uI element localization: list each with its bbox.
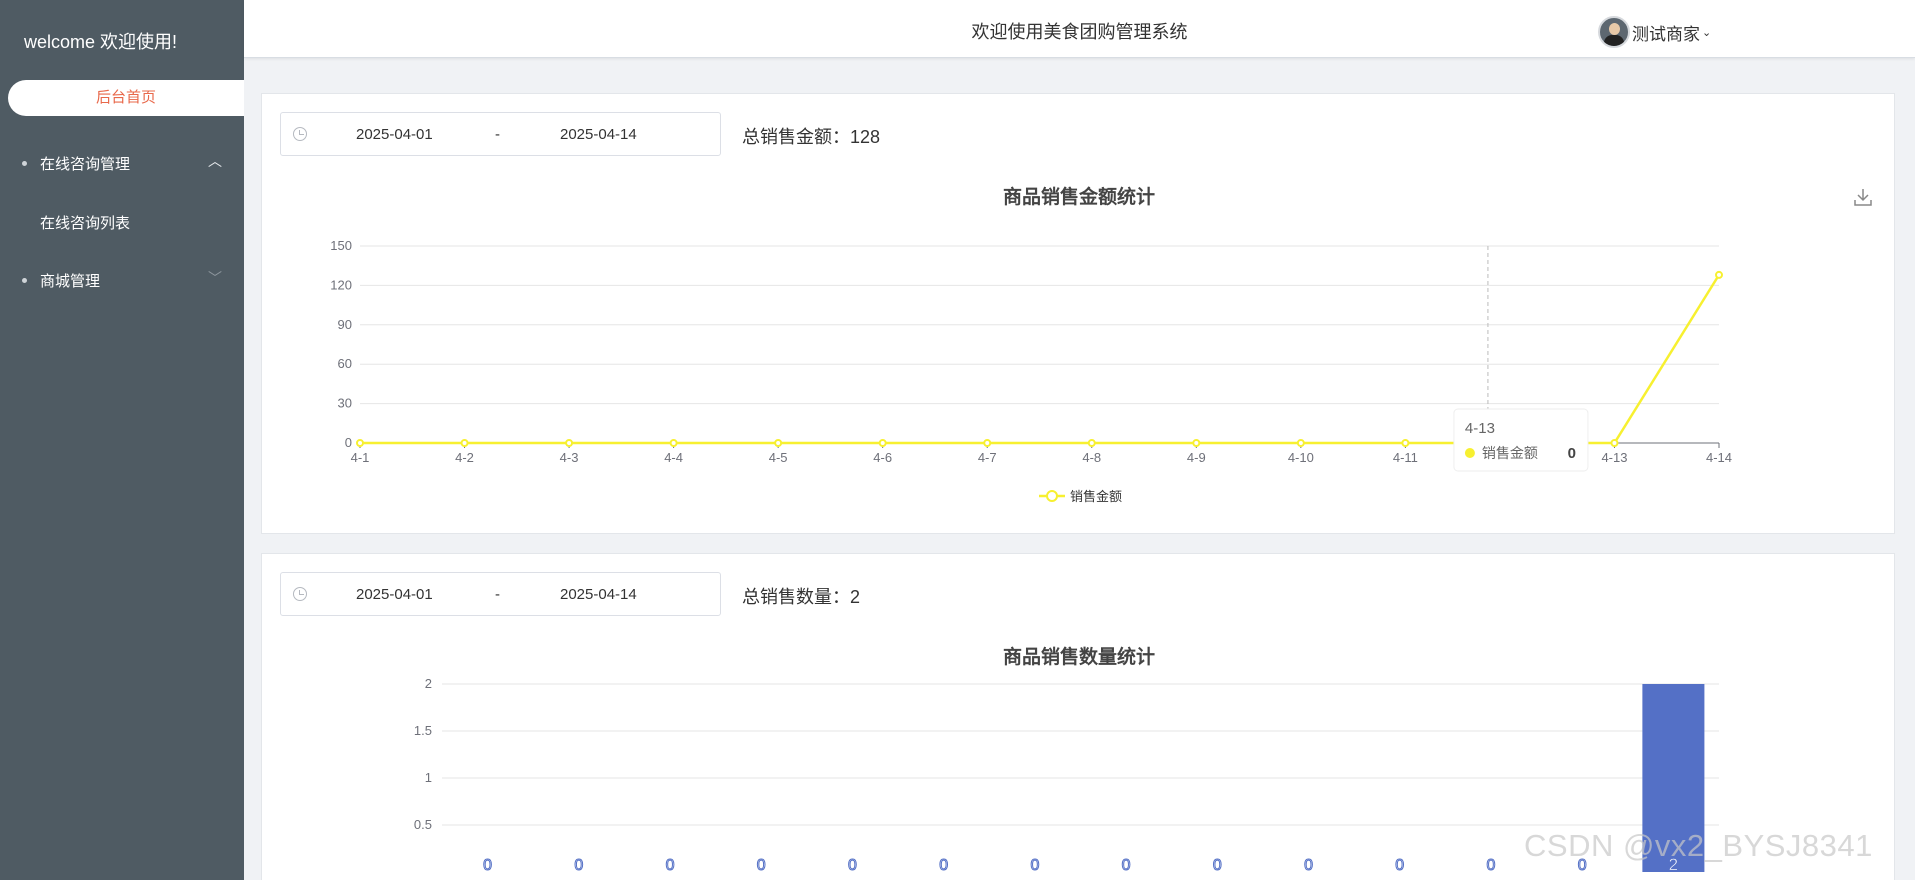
end-date[interactable]: 2025-04-14 <box>560 126 637 143</box>
sidebar-group-label: 在线咨询管理 <box>40 156 131 173</box>
sidebar-group-label: 商城管理 <box>40 273 101 290</box>
user-menu[interactable]: 测试商家 ⌄ <box>1598 16 1711 48</box>
x-tick-label: 4-2 <box>455 450 474 465</box>
y-tick-label: 90 <box>338 317 352 332</box>
x-tick-label: 4-8 <box>1082 450 1101 465</box>
sidebar-item-consult-list[interactable]: 在线咨询列表 <box>40 212 130 233</box>
total-sales-quantity: 总销售数量：2 <box>742 587 861 607</box>
data-label: 0 <box>1122 857 1131 874</box>
avatar[interactable] <box>1598 16 1630 48</box>
sidebar-item-home[interactable]: 后台首页 <box>8 80 244 116</box>
data-label: 0 <box>848 857 857 874</box>
data-point <box>356 439 364 447</box>
data-point <box>1296 439 1305 447</box>
data-label: 0 <box>1487 857 1496 874</box>
sales-amount-card: 2025-04-01 - 2025-04-14 总销售金额：128 商品销售金额… <box>261 93 1895 534</box>
legend-label: 销售金额 <box>1070 489 1122 504</box>
data-point <box>1192 439 1201 447</box>
y-tick-label: 0 <box>345 435 352 450</box>
x-tick-label: 4-6 <box>873 450 892 465</box>
y-tick-label: 1.5 <box>414 723 432 738</box>
y-tick-label: 0.5 <box>414 817 432 832</box>
sidebar: welcome 欢迎使用! 后台首页 在线咨询管理 ︿ 在线咨询列表 商城管理 … <box>0 0 244 880</box>
x-tick-label: 4-3 <box>560 450 579 465</box>
chevron-down-icon[interactable]: ⌄ <box>1702 26 1711 39</box>
tooltip-marker <box>1464 448 1475 458</box>
data-label: 0 <box>1304 857 1313 874</box>
clock-icon <box>293 587 307 601</box>
x-tick-label: 4-9 <box>1187 450 1206 465</box>
chevron-down-icon: ﹀ <box>208 270 222 286</box>
start-date[interactable]: 2025-04-01 <box>356 586 433 603</box>
sales-line-chart: 0 30 60 90 120 150 4-1 4-2 4-3 4-4 4-5 4-6 4-7 4-8 4-9… <box>330 238 1732 504</box>
data-point <box>1087 439 1096 447</box>
data-point <box>1401 439 1410 447</box>
date-separator: - <box>495 126 500 143</box>
x-tick-label: 4-13 <box>1601 450 1627 465</box>
x-tick-label: 4-4 <box>664 450 683 465</box>
data-point <box>460 439 469 447</box>
tooltip-series: 销售金额 <box>1482 445 1538 461</box>
top-header: 欢迎使用美食团购管理系统 测试商家 ⌄ <box>244 0 1915 58</box>
date-range-picker[interactable]: 2025-04-01 - 2025-04-14 <box>280 572 721 616</box>
data-label: 0 <box>939 857 948 874</box>
x-tick-label: 4-1 <box>351 450 370 465</box>
data-label: 0 <box>1213 857 1222 874</box>
user-name[interactable]: 测试商家 <box>1632 20 1700 45</box>
x-tick-label: 4-5 <box>769 450 788 465</box>
bullet-dot <box>22 278 27 283</box>
start-date[interactable]: 2025-04-01 <box>356 126 433 143</box>
data-label: 0 <box>483 857 492 874</box>
tooltip-date: 4-13 <box>1465 420 1495 437</box>
data-point <box>1610 439 1619 447</box>
data-label: 0 <box>757 857 766 874</box>
data-label: 0 <box>1030 857 1039 874</box>
end-date[interactable]: 2025-04-14 <box>560 586 637 603</box>
total-sales-amount: 总销售金额：128 <box>742 127 881 147</box>
chevron-up-icon: ︿ <box>208 153 222 169</box>
y-tick-label: 30 <box>338 396 352 411</box>
data-point <box>669 439 678 447</box>
watermark: CSDN @vx2_BYSJ8341 <box>1524 828 1873 863</box>
data-label: 0 <box>666 857 675 874</box>
x-tick-label: 4-10 <box>1288 450 1314 465</box>
data-point <box>774 439 783 447</box>
y-tick-label: 2 <box>425 676 432 691</box>
tooltip-value: 0 <box>1568 445 1576 462</box>
y-tick-label: 1 <box>425 770 432 785</box>
welcome-text: welcome 欢迎使用! <box>24 32 178 52</box>
y-tick-label: 150 <box>330 238 352 253</box>
y-tick-label: 120 <box>330 277 352 292</box>
clock-icon <box>293 127 307 141</box>
data-point <box>565 439 574 447</box>
x-tick-label: 4-14 <box>1706 450 1732 465</box>
data-point <box>878 439 887 447</box>
legend-marker <box>1046 490 1058 502</box>
sidebar-group-consult[interactable]: 在线咨询管理 ︿ <box>0 148 244 178</box>
y-tick-label: 60 <box>338 356 352 371</box>
bullet-dot <box>22 161 27 166</box>
sidebar-group-mall[interactable]: 商城管理 ﹀ <box>0 265 244 295</box>
data-label: 0 <box>1395 857 1404 874</box>
x-tick-label: 4-11 <box>1393 450 1418 465</box>
data-point <box>983 439 992 447</box>
data-point <box>1715 270 1723 279</box>
data-label: 0 <box>574 857 583 874</box>
date-range-picker[interactable]: 2025-04-01 - 2025-04-14 <box>280 112 721 156</box>
date-separator: - <box>495 586 500 603</box>
x-tick-label: 4-7 <box>978 450 997 465</box>
